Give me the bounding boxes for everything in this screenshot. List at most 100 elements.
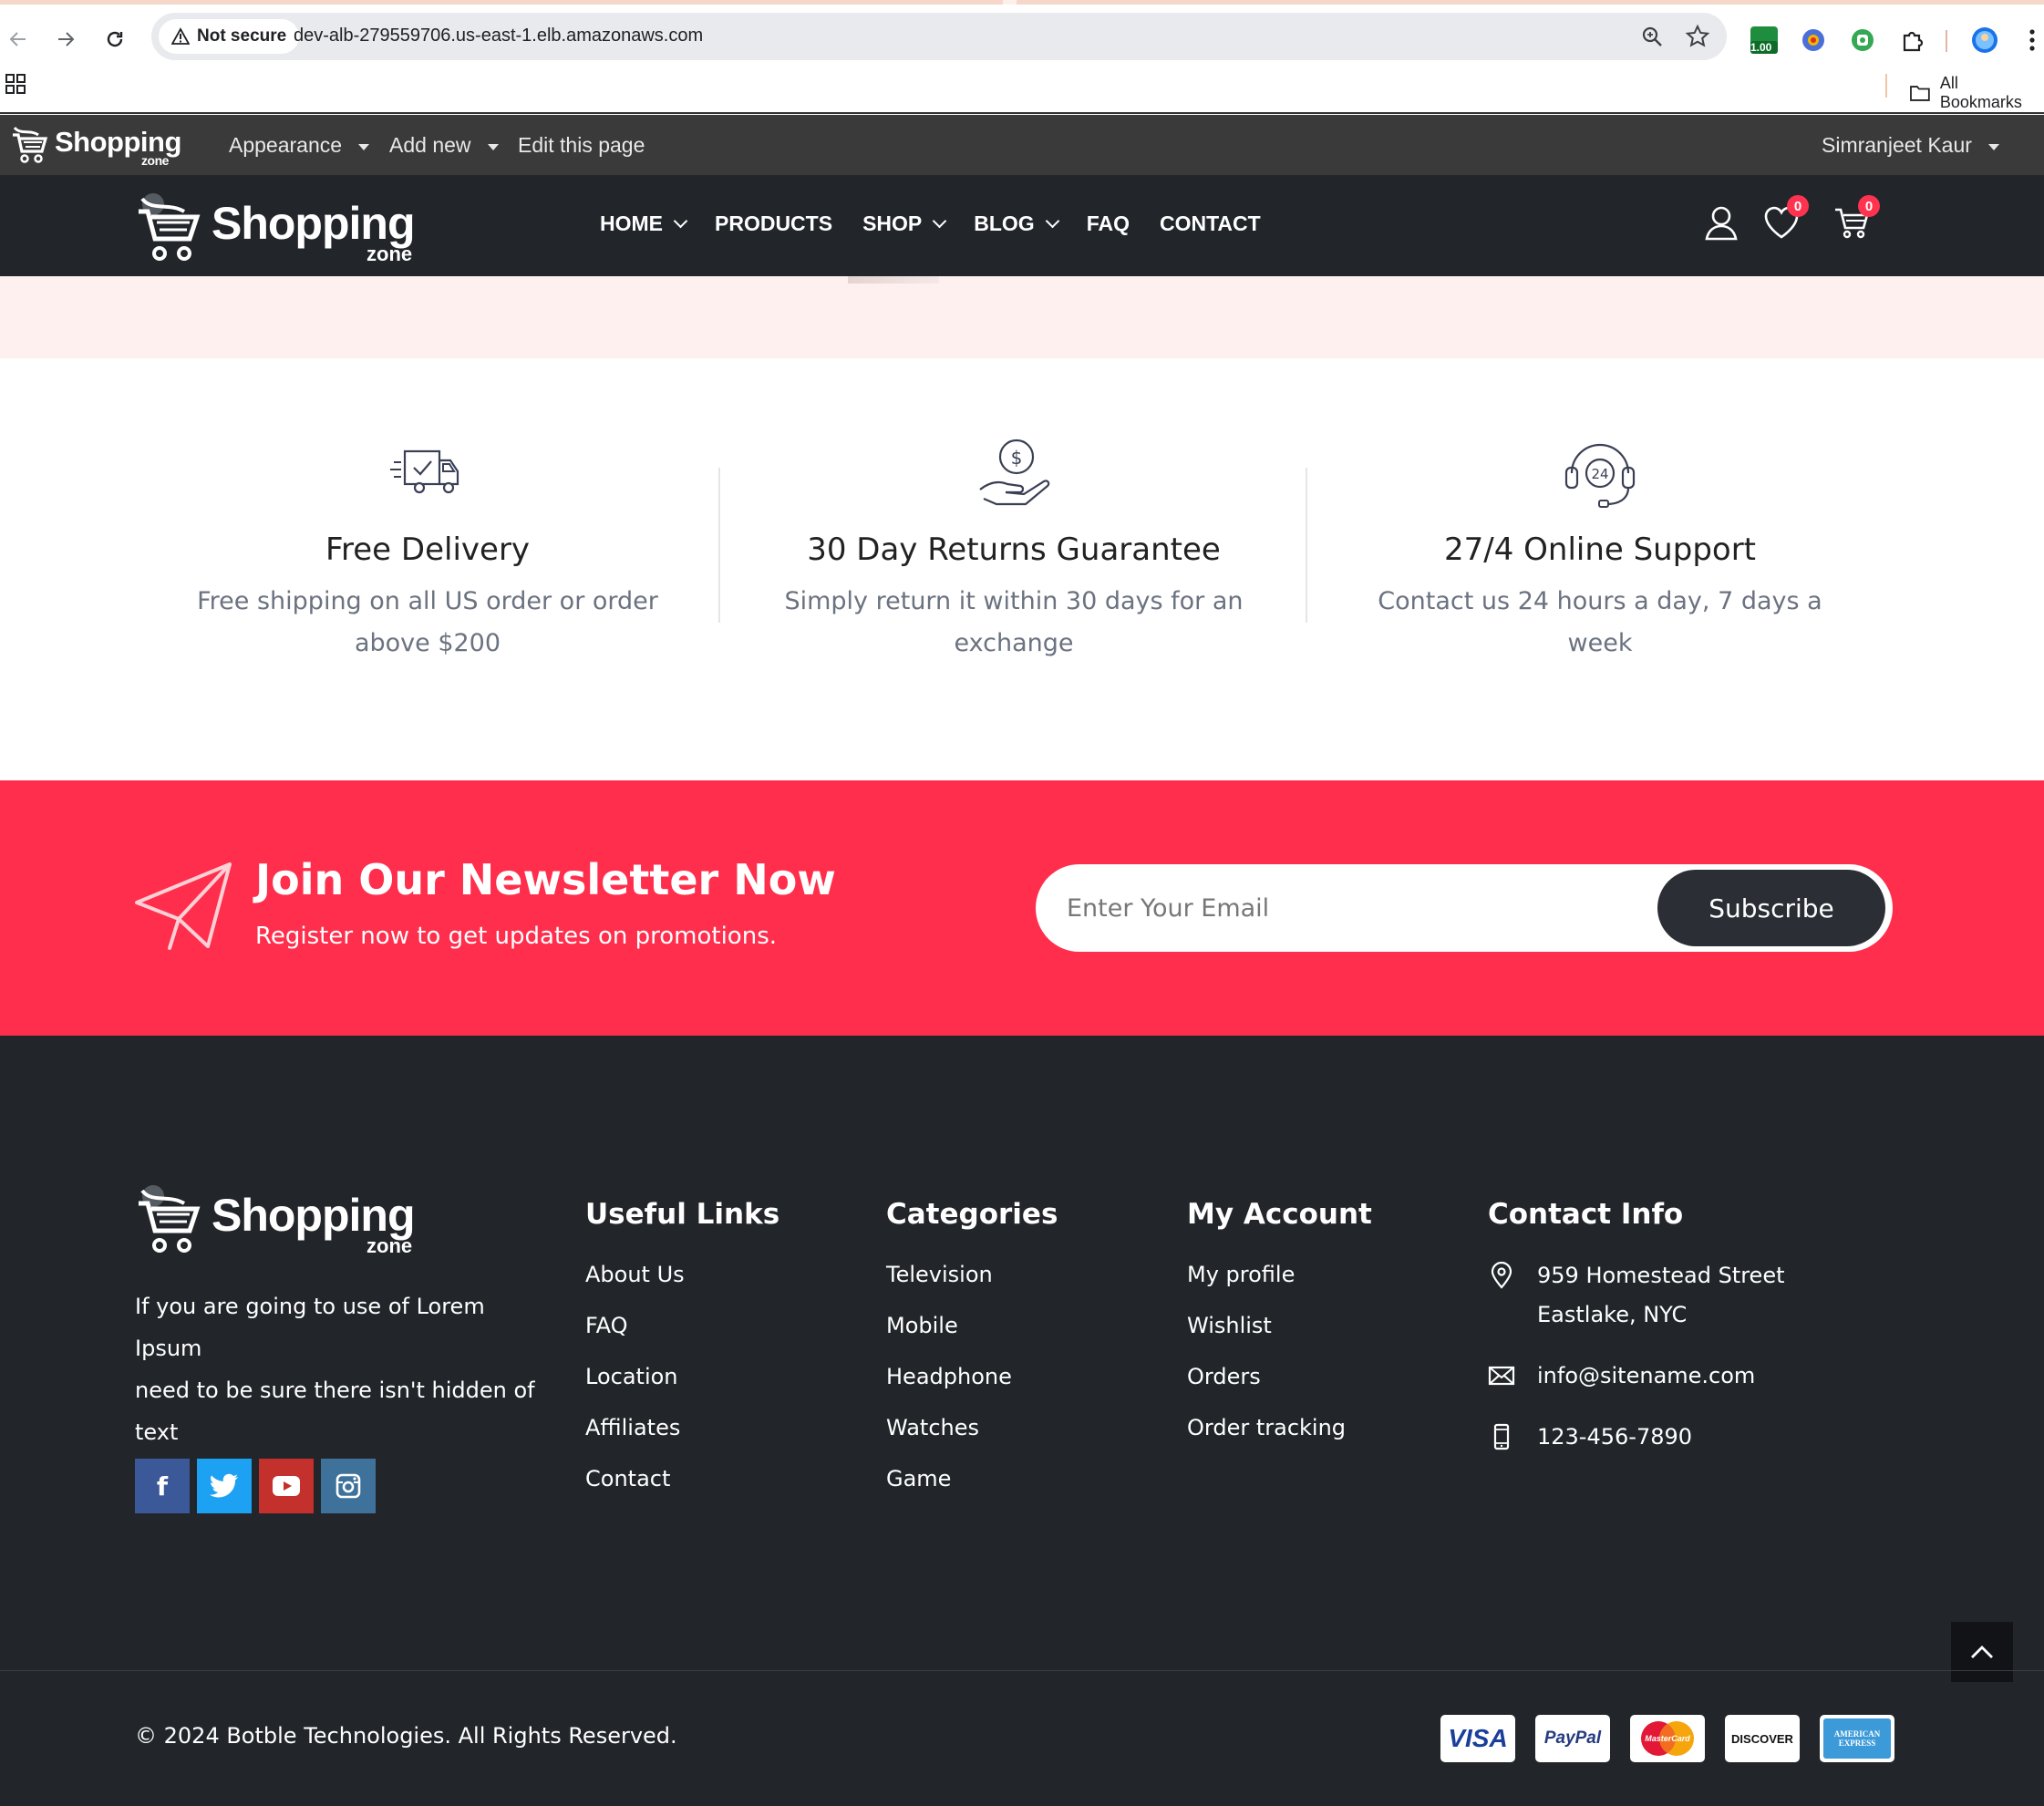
footer-category-link[interactable]: Watches (886, 1409, 1058, 1460)
footer-category-link[interactable]: Headphone (886, 1358, 1058, 1409)
mastercard-icon: MasterCard (1630, 1715, 1705, 1762)
extension-badge: 1.00 (1750, 41, 1772, 54)
footer-link-orders[interactable]: Orders (1187, 1358, 1372, 1409)
money-back-icon: $ (979, 439, 1050, 506)
cart-count-badge: 0 (1858, 195, 1880, 217)
footer-link-about[interactable]: About Us (585, 1256, 779, 1307)
footer-link-affiliates[interactable]: Affiliates (585, 1409, 779, 1460)
admin-menu-edit-page[interactable]: Edit this page (518, 133, 645, 158)
footer-link-contact[interactable]: Contact (585, 1460, 779, 1512)
reload-icon[interactable] (97, 21, 133, 57)
all-bookmarks-label: All Bookmarks (1939, 74, 2022, 111)
admin-menu-appearance[interactable]: Appearance (229, 133, 370, 158)
contact-phone[interactable]: 123-456-7890 (1488, 1418, 1785, 1457)
nav-item-blog[interactable]: BLOG (974, 212, 1059, 236)
extension-grammar-icon[interactable] (1847, 25, 1878, 56)
footer-link-order-tracking[interactable]: Order tracking (1187, 1409, 1372, 1460)
newsletter-title: Join Our Newsletter Now (255, 855, 836, 904)
url-text[interactable]: dev-alb-279559706.us-east-1.elb.amazonaw… (294, 26, 703, 46)
admin-menu-label: Add new (389, 133, 471, 157)
footer-column-title: My Account (1187, 1198, 1372, 1231)
site-header: Shopping zone HOME PRODUCTS SHOP BLOG FA… (0, 175, 2044, 276)
browser-toolbar: Not secure dev-alb-279559706.us-east-1.e… (0, 5, 2044, 68)
copyright-text: © 2024 Botble Technologies. All Rights R… (135, 1723, 677, 1749)
youtube-icon[interactable] (259, 1459, 314, 1513)
caret-down-icon (358, 144, 370, 150)
footer-column-title: Categories (886, 1198, 1058, 1231)
nav-label: HOME (600, 212, 663, 235)
svg-text:$: $ (1011, 447, 1023, 469)
footer-link-faq[interactable]: FAQ (585, 1307, 779, 1358)
footer-logo[interactable]: Shopping zone (135, 1182, 427, 1264)
browser-menu-icon[interactable] (2017, 25, 2044, 56)
nav-label: FAQ (1086, 212, 1130, 235)
newsletter-form: Subscribe (1036, 864, 1893, 952)
caret-down-icon (1987, 144, 1999, 150)
american-express-icon: AMERICAN EXPRESS (1820, 1715, 1894, 1762)
envelope-icon (1488, 1366, 1515, 1386)
admin-menu-add-new[interactable]: Add new (389, 133, 499, 158)
admin-user-menu[interactable]: Simranjeet Kaur (1822, 133, 1999, 158)
chevron-down-icon (1045, 213, 1059, 229)
all-bookmarks-button[interactable]: All Bookmarks (1909, 74, 2044, 112)
security-label: Not secure (197, 26, 287, 46)
delivery-truck-icon (390, 449, 459, 494)
nav-item-home[interactable]: HOME (600, 212, 688, 236)
nav-item-shop[interactable]: SHOP (862, 212, 947, 236)
footer-link-my-profile[interactable]: My profile (1187, 1256, 1372, 1307)
footer-about-text: If you are going to use of Lorem Ipsum n… (135, 1294, 535, 1445)
cart-logo-icon (13, 126, 48, 163)
nav-item-contact[interactable]: CONTACT (1160, 212, 1261, 236)
footer-useful-links: Useful Links About Us FAQ Location Affil… (585, 1198, 779, 1512)
nav-label: PRODUCTS (715, 212, 833, 235)
feature-divider (718, 468, 720, 623)
newsletter-email-input[interactable] (1067, 888, 1614, 928)
extension-circle-icon[interactable] (1798, 25, 1829, 56)
nav-item-faq[interactable]: FAQ (1087, 212, 1130, 236)
zoom-icon[interactable] (1639, 24, 1665, 49)
footer-category-link[interactable]: Mobile (886, 1307, 1058, 1358)
nav-label: CONTACT (1159, 212, 1261, 235)
contact-email[interactable]: info@sitename.com (1488, 1357, 1785, 1396)
main-nav: HOME PRODUCTS SHOP BLOG FAQ CONTACT (600, 212, 1261, 236)
admin-logo[interactable]: Shopping zone (9, 122, 181, 168)
footer-category-link[interactable]: Game (886, 1460, 1058, 1512)
security-chip[interactable]: Not secure (159, 19, 300, 54)
nav-item-products[interactable]: PRODUCTS (715, 212, 832, 236)
subscribe-button[interactable]: Subscribe (1657, 870, 1885, 946)
support-headset-icon: 24 (1564, 443, 1636, 508)
feature-title: 30 Day Returns Guarantee (807, 531, 1221, 568)
footer-category-link[interactable]: Television (886, 1256, 1058, 1307)
hero-band-bottom (0, 276, 2044, 358)
feature-desc: Contact us 24 hours a day, 7 days a week (1378, 587, 1822, 657)
feature-divider (1306, 468, 1307, 623)
discover-icon: DISCOVER (1725, 1715, 1800, 1762)
back-arrow-icon[interactable] (0, 21, 36, 57)
site-logo[interactable]: Shopping zone (135, 190, 415, 269)
wishlist-heart-icon[interactable]: 0 (1761, 195, 1809, 243)
footer-my-account: My Account My profile Wishlist Orders Or… (1187, 1198, 1372, 1460)
back-to-top-button[interactable] (1951, 1622, 2013, 1682)
toolbar-divider (1946, 30, 1947, 52)
address-bar[interactable]: Not secure dev-alb-279559706.us-east-1.e… (151, 13, 1727, 60)
cart-icon[interactable]: 0 (1832, 195, 1880, 243)
admin-user-name: Simranjeet Kaur (1822, 133, 1972, 157)
extensions-puzzle-icon[interactable] (1896, 25, 1927, 56)
extension-price-icon[interactable]: 1.00 (1749, 25, 1780, 56)
footer-link-wishlist[interactable]: Wishlist (1187, 1307, 1372, 1358)
forward-arrow-icon[interactable] (47, 21, 84, 57)
user-account-icon[interactable] (1701, 202, 1741, 243)
apps-grid-icon[interactable] (5, 74, 26, 98)
visa-icon: VISA (1440, 1715, 1515, 1762)
instagram-icon[interactable] (321, 1459, 376, 1513)
footer-link-location[interactable]: Location (585, 1358, 779, 1409)
facebook-icon[interactable]: f (135, 1459, 190, 1513)
feature-desc: Free shipping on all US order or order ab… (197, 587, 658, 657)
site-logo-sub: zone (366, 243, 413, 265)
twitter-icon[interactable] (197, 1459, 252, 1513)
footer-divider (0, 1670, 2044, 1671)
wishlist-count-badge: 0 (1787, 195, 1809, 217)
bookmark-star-icon[interactable] (1685, 24, 1710, 49)
admin-menu-label: Appearance (229, 133, 343, 157)
profile-avatar-icon[interactable] (1969, 25, 2000, 56)
